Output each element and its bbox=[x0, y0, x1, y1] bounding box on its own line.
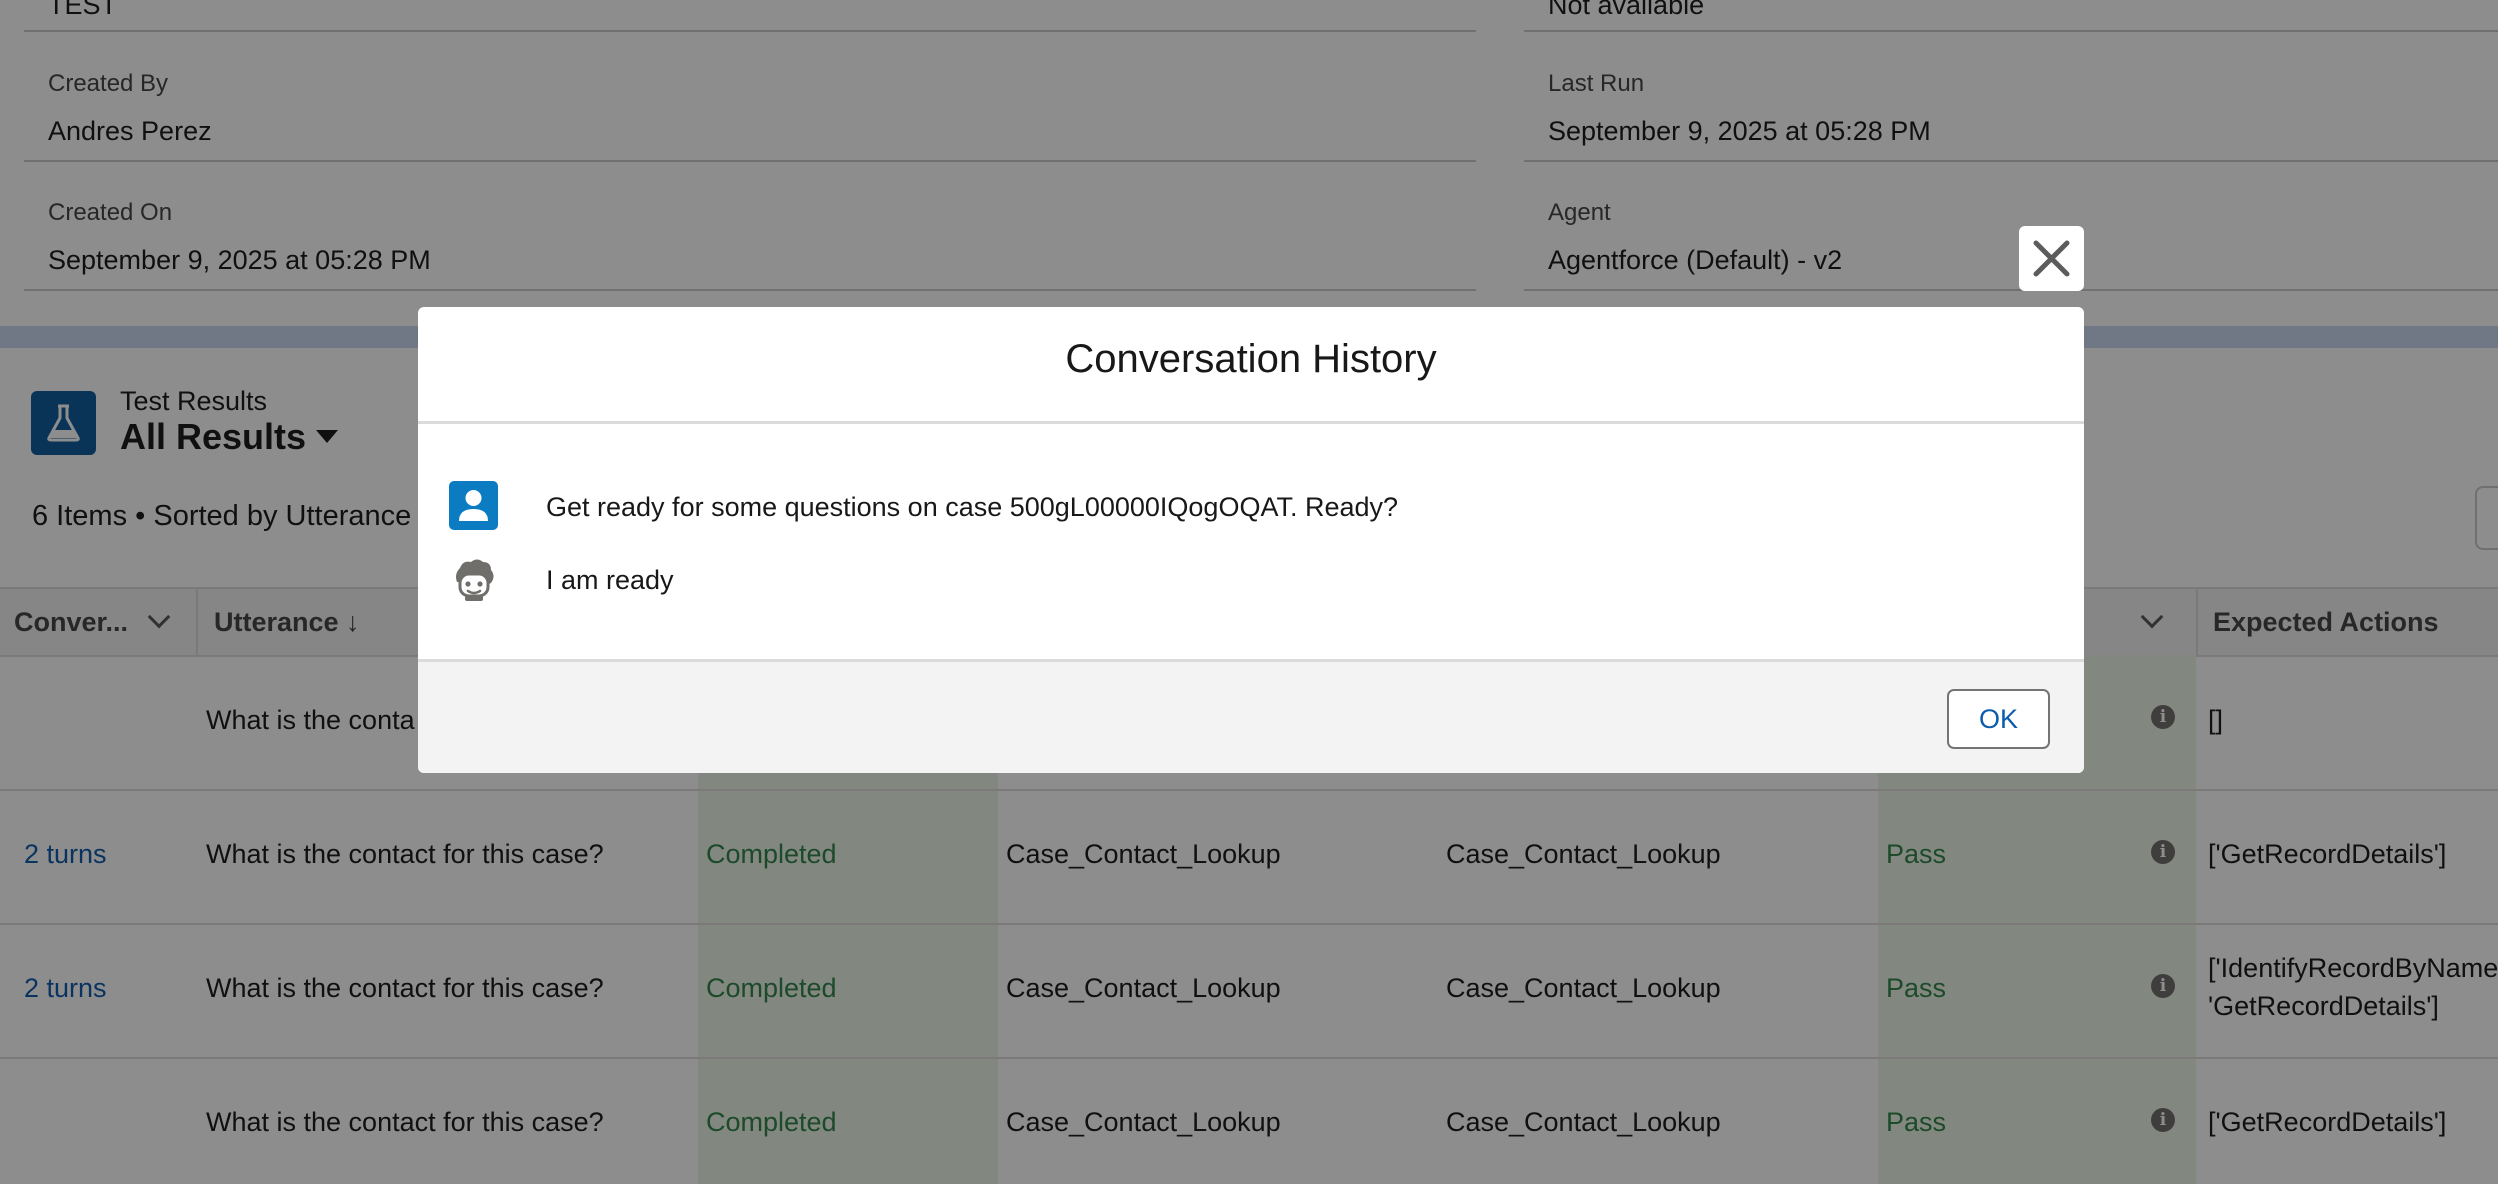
modal-footer: OK bbox=[418, 659, 2084, 773]
conversation-history-modal: Conversation History Get ready for some … bbox=[418, 307, 2084, 773]
modal-header: Conversation History bbox=[418, 307, 2084, 424]
modal-title: Conversation History bbox=[1065, 337, 1437, 381]
message-agent: I am ready bbox=[546, 565, 674, 595]
message-user: Get ready for some questions on case 500… bbox=[546, 492, 1399, 522]
close-icon bbox=[2033, 240, 2070, 277]
ok-button[interactable]: OK bbox=[1947, 689, 2050, 749]
user-avatar-icon bbox=[449, 481, 498, 530]
modal-close-button[interactable] bbox=[2019, 226, 2084, 291]
agent-avatar-icon bbox=[449, 554, 498, 603]
modal-body: Get ready for some questions on case 500… bbox=[418, 424, 2084, 662]
